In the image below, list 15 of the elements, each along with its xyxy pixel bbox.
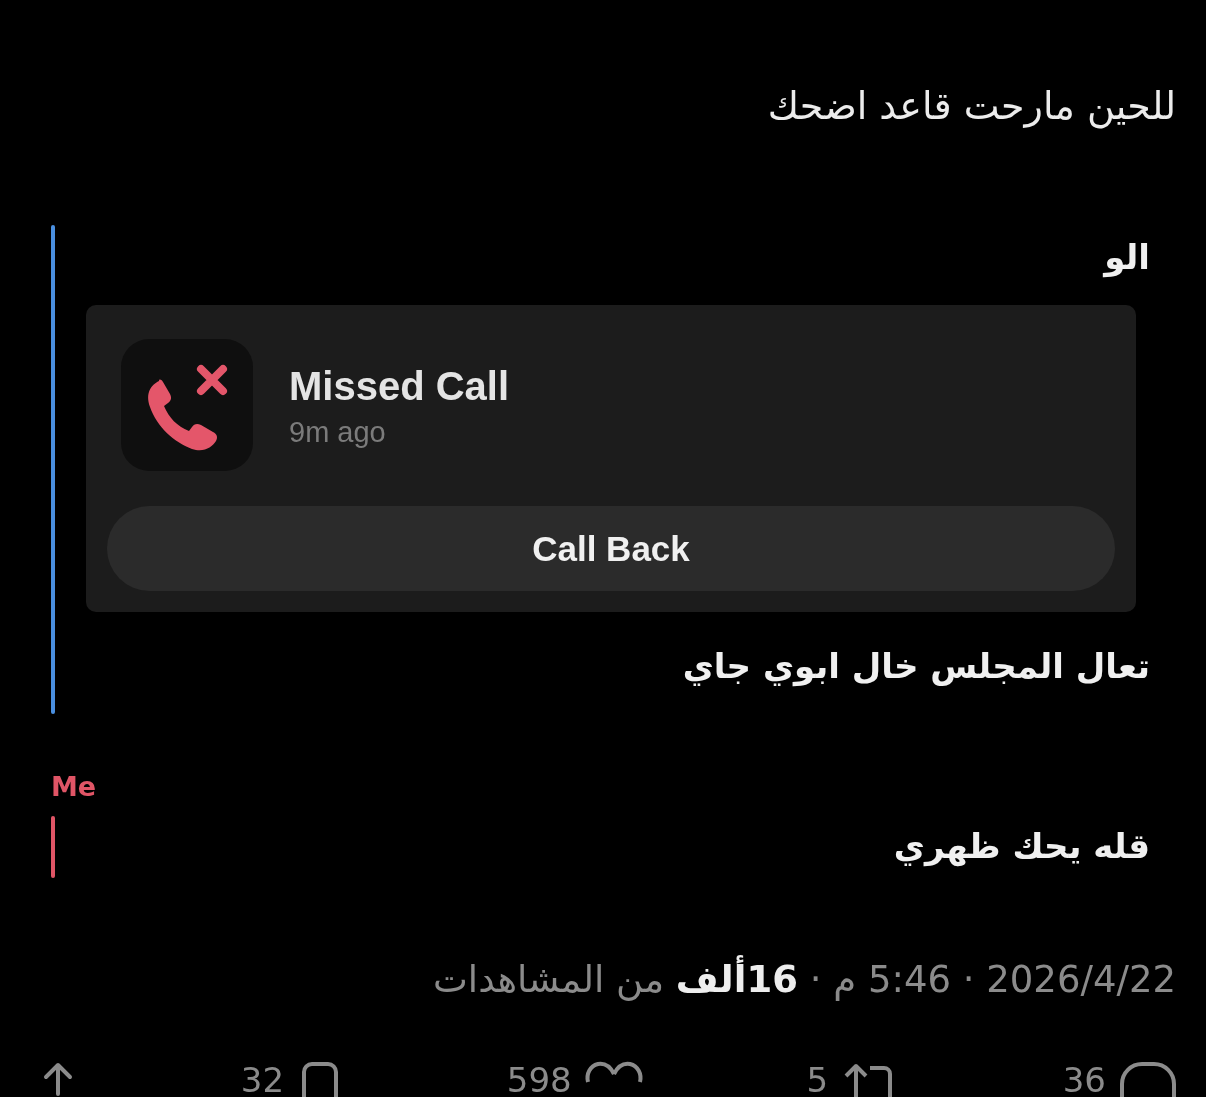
call-time: 9m ago [289, 415, 387, 449]
action-count: 598 [506, 1060, 572, 1097]
chat-message: تعال المجلس خال ابوي جاي [681, 645, 1150, 689]
chat-message: قله يحك ظهري [892, 825, 1150, 869]
action-count: 5 [806, 1060, 828, 1097]
post-meta: 2026/4/22 · 5:46 م · 16ألف من المشاهدات [0, 956, 1176, 1004]
post-text: للحين مارحت قاعد اضحك [766, 83, 1177, 131]
action-count: 32 [240, 1060, 285, 1097]
missed-call-icon [121, 339, 253, 471]
reply-icon[interactable] [1118, 1060, 1178, 1097]
sender-label: Me [51, 770, 98, 804]
chat-message: الو [1102, 236, 1150, 280]
action-count: 36 [1062, 1060, 1106, 1097]
call-back-button[interactable]: Call Back [107, 506, 1115, 591]
call-title: Missed Call [289, 362, 510, 410]
